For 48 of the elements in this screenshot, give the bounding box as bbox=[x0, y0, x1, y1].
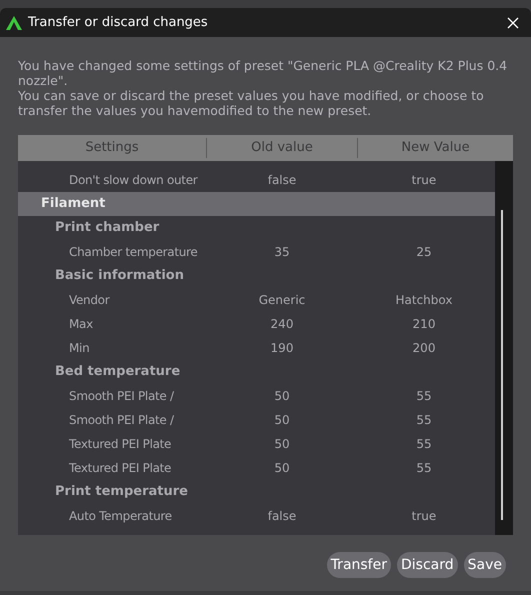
setting-name: Don't slow down outer bbox=[68, 172, 199, 189]
group-label: Basic information bbox=[55, 267, 184, 286]
close-icon bbox=[507, 16, 519, 28]
message-text: You can save or discard the preset values you have modified, or choose to transfer the values you havemodified to the new preset. bbox=[18, 88, 485, 118]
old-value: 50 bbox=[273, 436, 291, 453]
new-value: 210 bbox=[412, 316, 436, 333]
dialog-button[interactable]: Transfer bbox=[326, 552, 391, 578]
new-value: 200 bbox=[412, 340, 436, 357]
column-header: Old value bbox=[206, 138, 358, 158]
old-value: 190 bbox=[270, 340, 294, 357]
group-label: Print chamber bbox=[55, 219, 160, 238]
column-header: Settings bbox=[84, 139, 140, 158]
setting-name: Smooth PEI Plate / bbox=[68, 388, 175, 405]
new-value: 55 bbox=[415, 412, 433, 429]
old-value: false bbox=[266, 172, 298, 189]
old-value: 50 bbox=[273, 412, 291, 429]
setting-name: Max bbox=[68, 316, 94, 333]
setting-name: Chamber temperature bbox=[68, 244, 199, 261]
new-value: Hatchbox bbox=[394, 292, 454, 309]
setting-name: Textured PEI Plate bbox=[68, 460, 172, 477]
logo-icon bbox=[6, 16, 22, 30]
setting-name: Auto Temperature bbox=[68, 508, 173, 525]
dialog-button[interactable]: Discard bbox=[396, 552, 458, 578]
window-title: Transfer or discard changes bbox=[28, 14, 208, 32]
old-value: 50 bbox=[273, 460, 291, 477]
group-label: Print temperature bbox=[55, 483, 188, 502]
new-value: 55 bbox=[415, 460, 433, 477]
message-text: You have changed some settings of preset "Generic PLA @Creality K2 Plus 0.4 nozzle". bbox=[18, 58, 508, 88]
group-label: Bed temperature bbox=[55, 363, 180, 382]
old-value: false bbox=[266, 508, 298, 525]
setting-name: Vendor bbox=[68, 292, 111, 309]
new-value: true bbox=[410, 508, 438, 525]
category-row[interactable]: Filament bbox=[18, 192, 495, 216]
new-value: 55 bbox=[415, 436, 433, 453]
scrollbar-thumb[interactable] bbox=[501, 210, 503, 520]
setting-name: Textured PEI Plate bbox=[68, 436, 172, 453]
new-value: true bbox=[410, 172, 438, 189]
setting-name: Smooth PEI Plate / bbox=[68, 412, 175, 429]
dialog-button[interactable]: Save bbox=[464, 552, 506, 578]
new-value: 25 bbox=[415, 244, 433, 261]
old-value: 50 bbox=[273, 388, 291, 405]
old-value: 240 bbox=[270, 316, 294, 333]
old-value: 35 bbox=[273, 244, 291, 261]
old-value: Generic bbox=[258, 292, 306, 309]
setting-name: Min bbox=[68, 340, 90, 357]
column-header: New Value bbox=[400, 139, 471, 158]
category-label: Filament bbox=[41, 195, 106, 214]
new-value: 55 bbox=[415, 388, 433, 405]
